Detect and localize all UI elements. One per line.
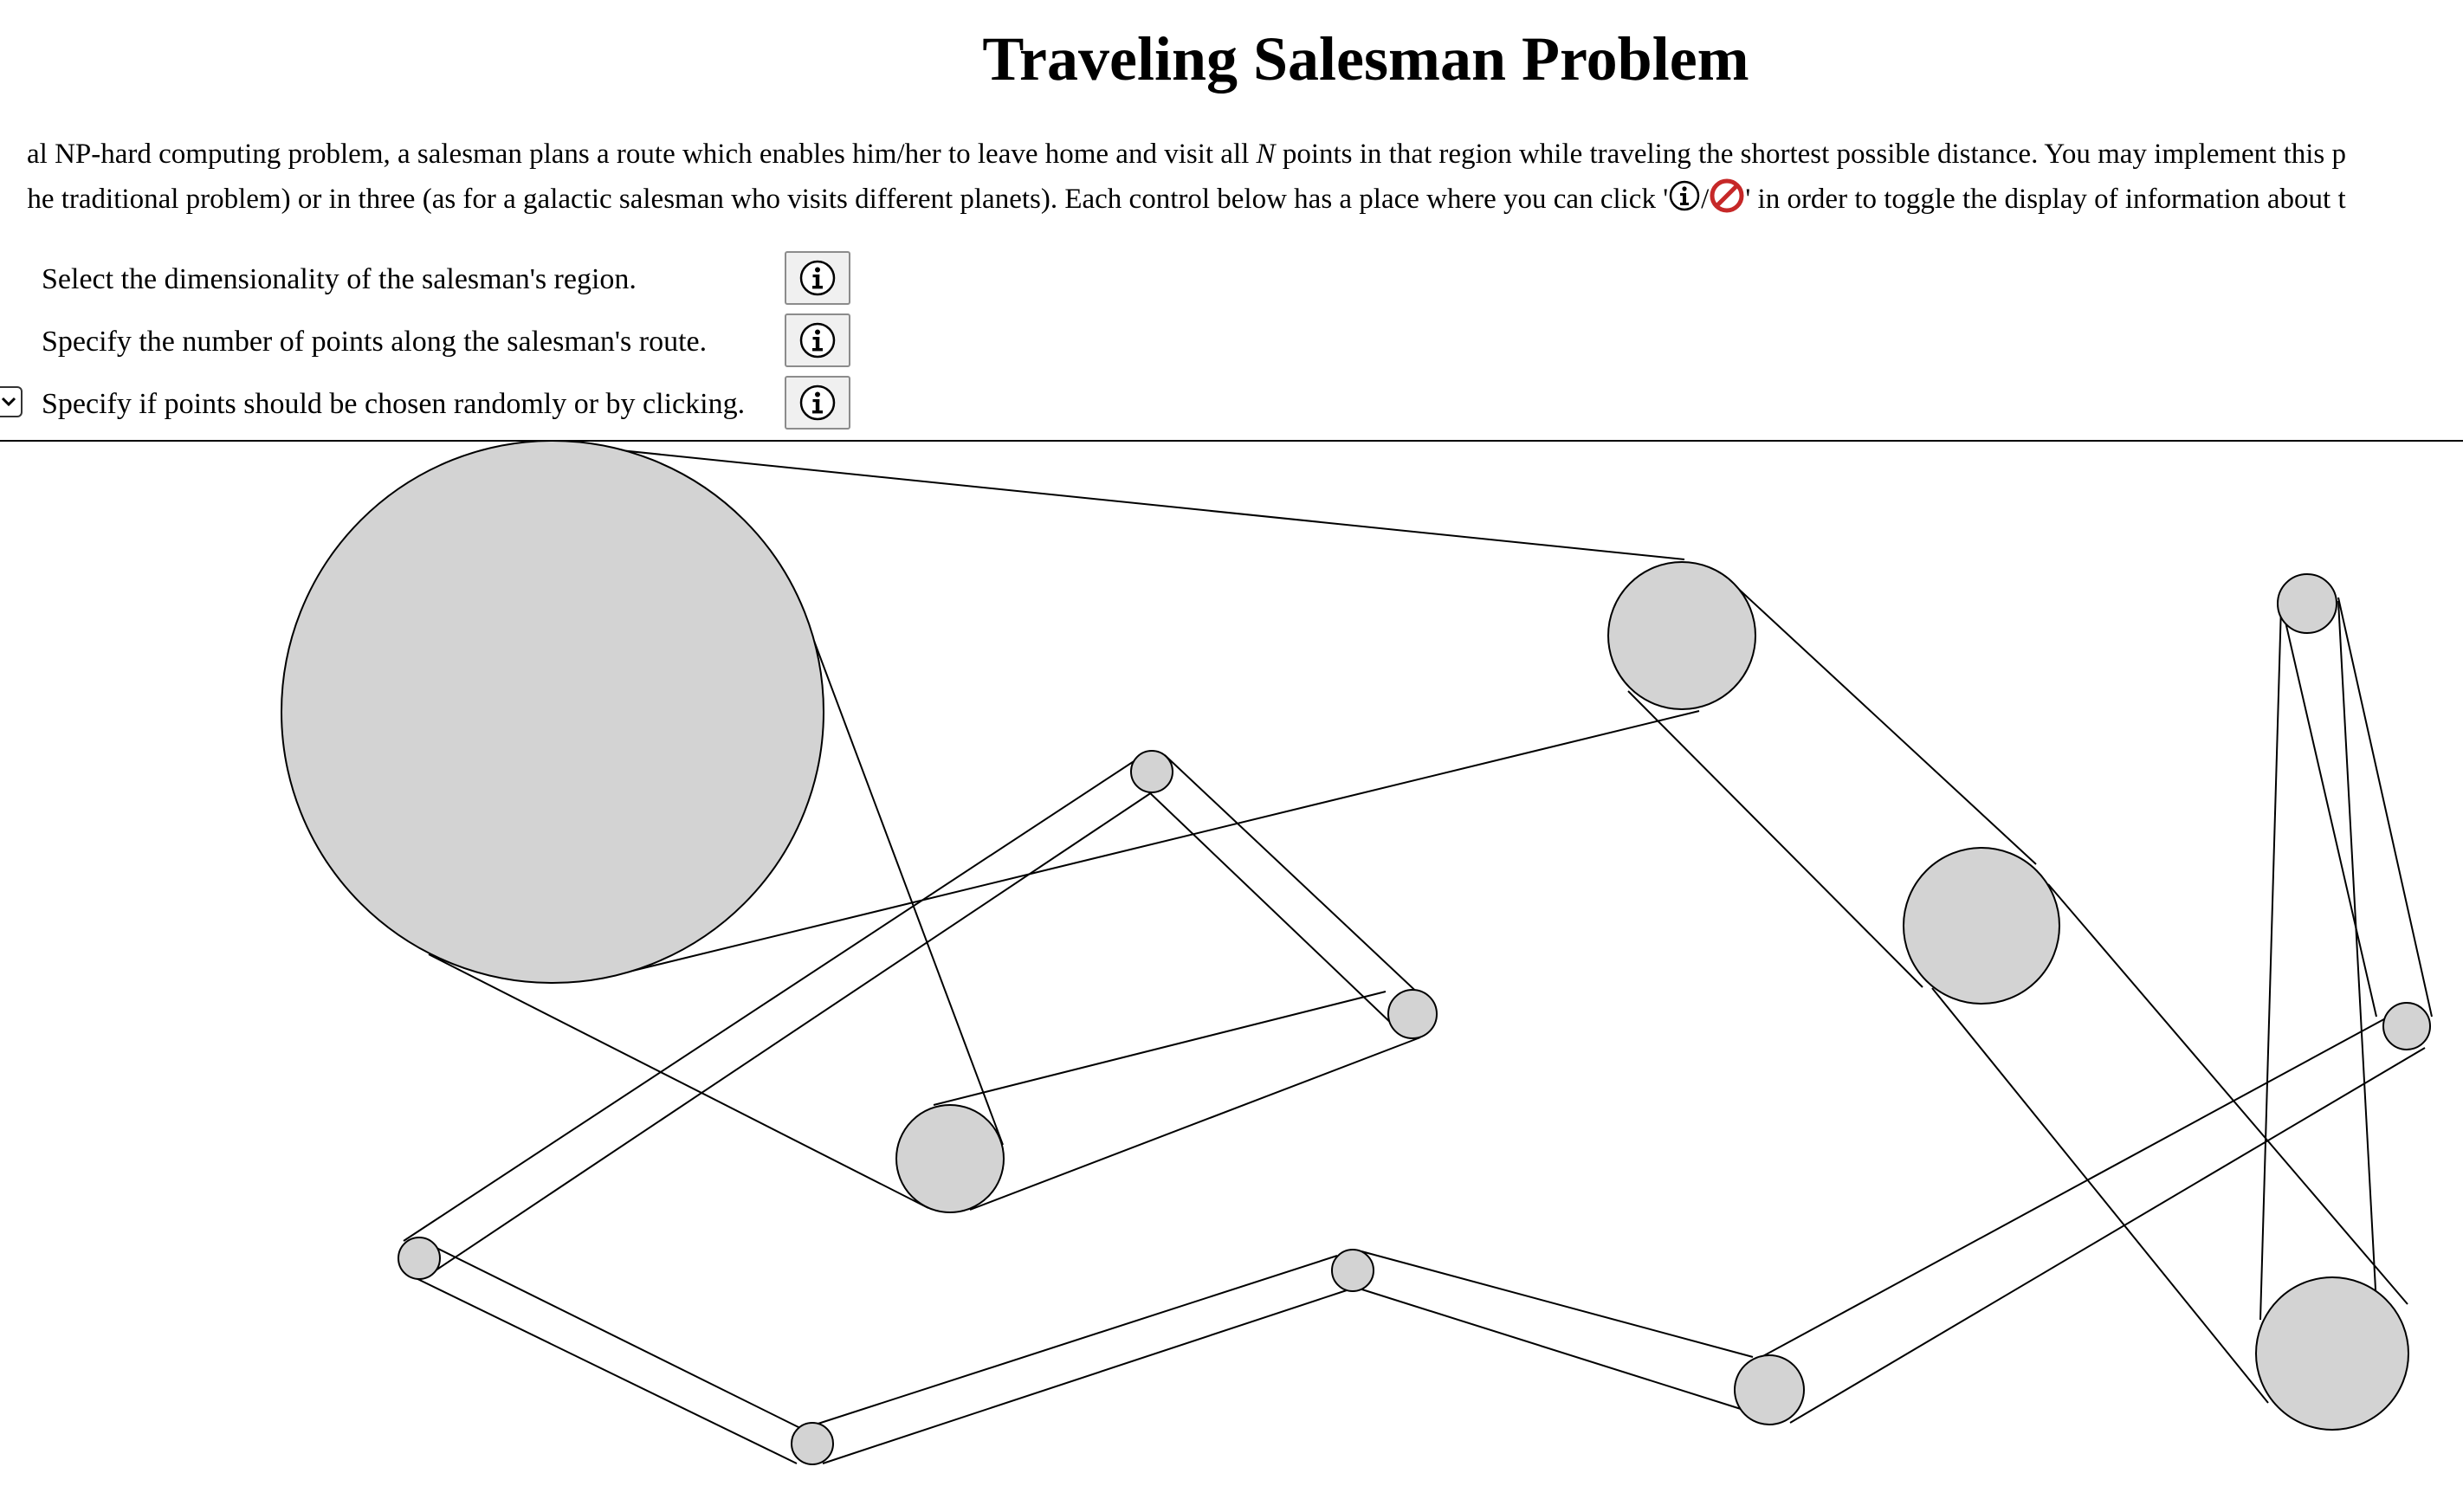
intro-line-2-post: ' in order to toggle the display of info…: [1745, 184, 2346, 215]
route-point: [1734, 1354, 1805, 1425]
route-edge: [1733, 584, 2037, 865]
intro-line-2-pre: he traditional problem) or in three (as …: [27, 184, 1669, 215]
route-edge: [406, 1273, 798, 1464]
route-point: [1607, 561, 1756, 710]
intro-var-n: N: [1256, 139, 1276, 170]
route-edge: [2047, 883, 2408, 1305]
route-edge: [1931, 987, 2269, 1404]
route-point: [398, 1237, 441, 1280]
route-edge: [801, 1255, 1338, 1430]
page-title: Traveling Salesman Problem: [982, 24, 1749, 94]
route-point: [1331, 1249, 1374, 1292]
route-edge: [1361, 1250, 1754, 1358]
route-edge: [430, 1244, 806, 1431]
route-point: [1130, 750, 1173, 793]
intro-line-1: al NP-hard computing problem, a salesman…: [0, 132, 2463, 177]
route-point: [895, 1104, 1005, 1213]
point-selection-label: Specify if points should be chosen rando…: [42, 388, 746, 420]
no-entry-icon: [1709, 178, 1745, 214]
route-edge: [2259, 604, 2282, 1321]
route-point: [2382, 1002, 2431, 1050]
route-point: [2277, 573, 2337, 634]
control-dimensionality: Select the dimensionality of the salesma…: [0, 251, 866, 313]
route-edge: [969, 1037, 1421, 1211]
route-edge: [1627, 690, 1923, 988]
point-count-label: Specify the number of points along the s…: [42, 326, 708, 358]
control-point-selection: Specify if points should be chosen rando…: [0, 376, 866, 438]
route-edge: [1350, 1285, 1742, 1410]
route-edge: [2337, 597, 2433, 1018]
intro-paragraph: al NP-hard computing problem, a salesman…: [0, 132, 2463, 222]
route-point: [1387, 989, 1438, 1039]
info-icon: [799, 322, 836, 359]
intro-line-1-pre: al NP-hard computing problem, a salesman…: [27, 139, 1257, 170]
intro-line-2: he traditional problem) or in three (as …: [0, 177, 2463, 222]
route-edge: [822, 1289, 1348, 1464]
point-selection-info-button[interactable]: [785, 376, 850, 430]
info-icon: [799, 260, 836, 296]
dimensionality-label: Select the dimensionality of the salesma…: [42, 263, 637, 295]
route-point: [1903, 847, 2060, 1005]
control-point-count: Specify the number of points along the s…: [0, 313, 866, 376]
route-edge: [1164, 754, 1425, 1000]
route-edge: [813, 640, 1004, 1146]
route-edge: [2337, 600, 2378, 1322]
page: Traveling Salesman Problem al NP-hard co…: [0, 0, 2463, 1512]
point-selection-select[interactable]: [0, 386, 23, 417]
route-edge: [1147, 790, 1395, 1027]
dimensionality-info-button[interactable]: [785, 251, 850, 305]
info-icon: [799, 384, 836, 421]
point-count-info-button[interactable]: [785, 313, 850, 367]
info-icon: [1668, 179, 1701, 212]
route-point: [2255, 1276, 2409, 1431]
chevron-down-icon: [1, 397, 16, 407]
route-edge: [2282, 610, 2377, 1018]
route-point: [281, 441, 824, 984]
intro-line-2-sep: /: [1701, 184, 1710, 215]
intro-line-1-post: points in that region while traveling th…: [1275, 139, 2346, 170]
route-canvas[interactable]: [0, 441, 2463, 1507]
route-edge: [933, 991, 1387, 1106]
route-point: [791, 1422, 834, 1465]
